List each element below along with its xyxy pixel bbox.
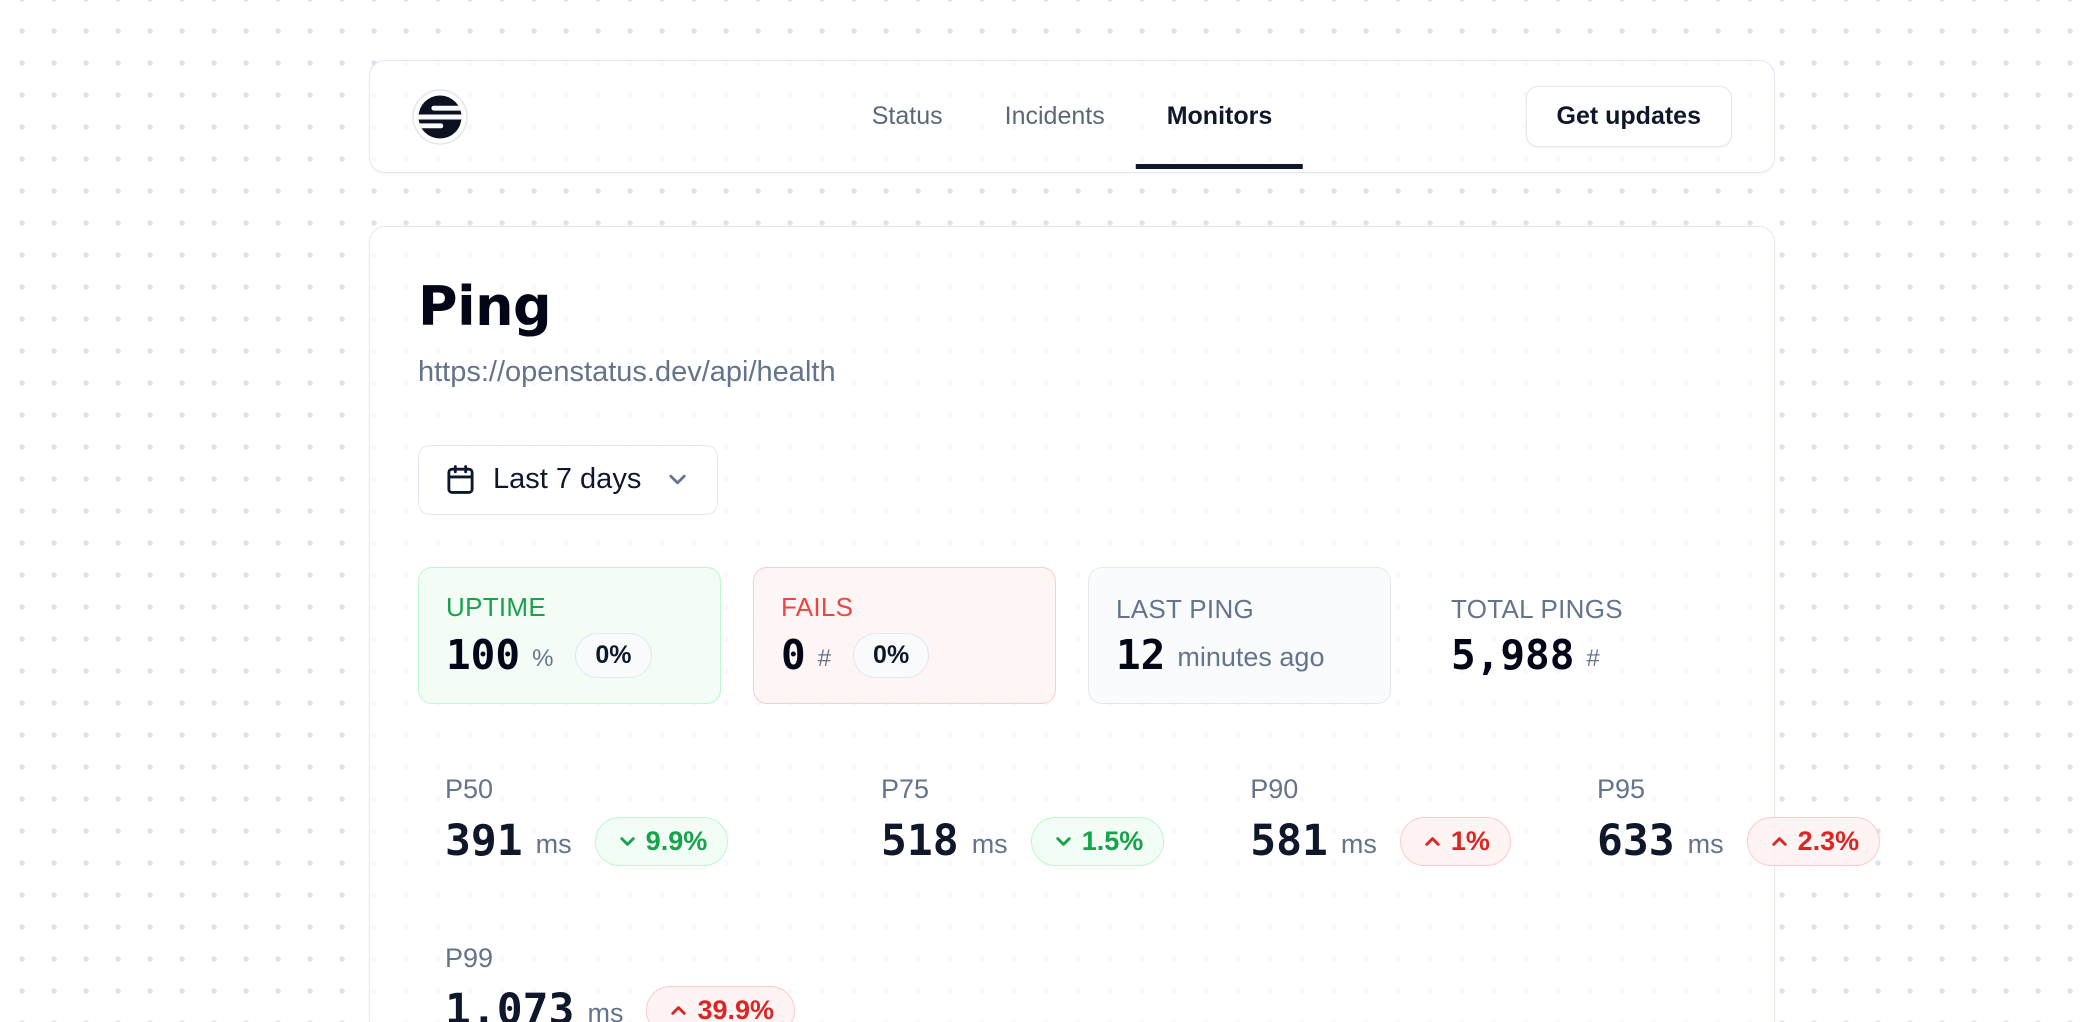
percentile-label: P50 [445,774,795,805]
stat-value: 5,988 [1451,635,1574,676]
percentile-p95: P95 633 ms 2.3% [1570,752,1907,889]
stat-label: UPTIME [446,592,693,623]
percentile-unit: ms [1688,829,1724,860]
percentile-unit: ms [972,829,1008,860]
trend-badge: 1% [1400,817,1511,866]
stat-value: 100 [446,635,520,676]
date-range-button[interactable]: Last 7 days [418,445,718,515]
openstatus-logo[interactable] [412,61,468,172]
tab-monitors-label: Monitors [1167,102,1273,131]
main-nav: Status Incidents Monitors [841,61,1303,172]
get-updates-button[interactable]: Get updates [1526,86,1732,147]
stat-badge: 0% [853,633,929,678]
percentile-value: 518 [881,820,959,863]
chevron-up-icon [1421,830,1444,853]
percentile-p50: P50 391 ms 9.9% [418,752,822,889]
stat-unit: % [532,645,553,673]
date-range-label: Last 7 days [493,463,641,496]
percentile-unit: ms [587,998,623,1022]
monitor-url: https://openstatus.dev/api/health [418,356,1726,389]
stat-unit: # [1586,645,1599,673]
percentile-label: P75 [881,774,1164,805]
trend-value: 9.9% [646,826,708,857]
percentiles-grid: P50 391 ms 9.9% P75 518 ms 1.5% [418,752,1726,1022]
chevron-up-icon [1768,830,1791,853]
stat-card-fails: FAILS 0 # 0% [753,567,1056,704]
openstatus-logo-icon [412,89,468,145]
stat-card-uptime: UPTIME 100 % 0% [418,567,721,704]
percentile-value: 633 [1597,820,1675,863]
stat-unit: # [818,645,831,673]
stat-label: LAST PING [1116,594,1363,625]
tab-incidents-label: Incidents [1005,102,1105,131]
percentile-label: P95 [1597,774,1880,805]
stat-card-last-ping: LAST PING 12 minutes ago [1088,567,1391,704]
stat-value: 12 [1116,635,1165,676]
stats-grid: UPTIME 100 % 0% FAILS 0 # 0% LAST PING 1… [418,567,1726,704]
trend-badge: 2.3% [1747,817,1881,866]
calendar-icon [445,464,476,495]
percentile-unit: ms [1341,829,1377,860]
percentile-p90: P90 581 ms 1% [1223,752,1538,889]
tab-incidents[interactable]: Incidents [974,61,1136,172]
trend-value: 2.3% [1798,826,1860,857]
trend-value: 1% [1451,826,1490,857]
trend-badge: 9.9% [595,817,729,866]
chevron-down-icon [664,466,691,493]
percentile-label: P90 [1250,774,1511,805]
chevron-down-icon [616,830,639,853]
trend-value: 1.5% [1082,826,1144,857]
stat-badge: 0% [575,633,651,678]
percentile-value: 1,073 [445,989,574,1022]
trend-badge: 1.5% [1031,817,1165,866]
page-title: Ping [418,275,1726,340]
trend-value: 39.9% [697,995,774,1022]
trend-badge: 39.9% [646,986,795,1022]
monitor-card: Ping https://openstatus.dev/api/health L… [369,226,1775,1022]
chevron-up-icon [667,999,690,1022]
tab-status-label: Status [872,102,943,131]
stat-unit: minutes ago [1177,642,1324,673]
tab-monitors[interactable]: Monitors [1136,61,1304,172]
chevron-down-icon [1052,830,1075,853]
stat-label: FAILS [781,592,1028,623]
tab-status[interactable]: Status [841,61,974,172]
percentile-value: 581 [1250,820,1328,863]
percentile-unit: ms [536,829,572,860]
percentile-label: P99 [445,943,795,974]
site-header: Status Incidents Monitors Get updates [369,60,1775,173]
stat-value: 0 [781,635,806,676]
percentile-p99: P99 1,073 ms 39.9% [418,921,822,1022]
percentile-p75: P75 518 ms 1.5% [854,752,1191,889]
stat-label: TOTAL PINGS [1451,594,1698,625]
stat-card-total-pings: TOTAL PINGS 5,988 # [1423,567,1726,704]
percentile-value: 391 [445,820,523,863]
